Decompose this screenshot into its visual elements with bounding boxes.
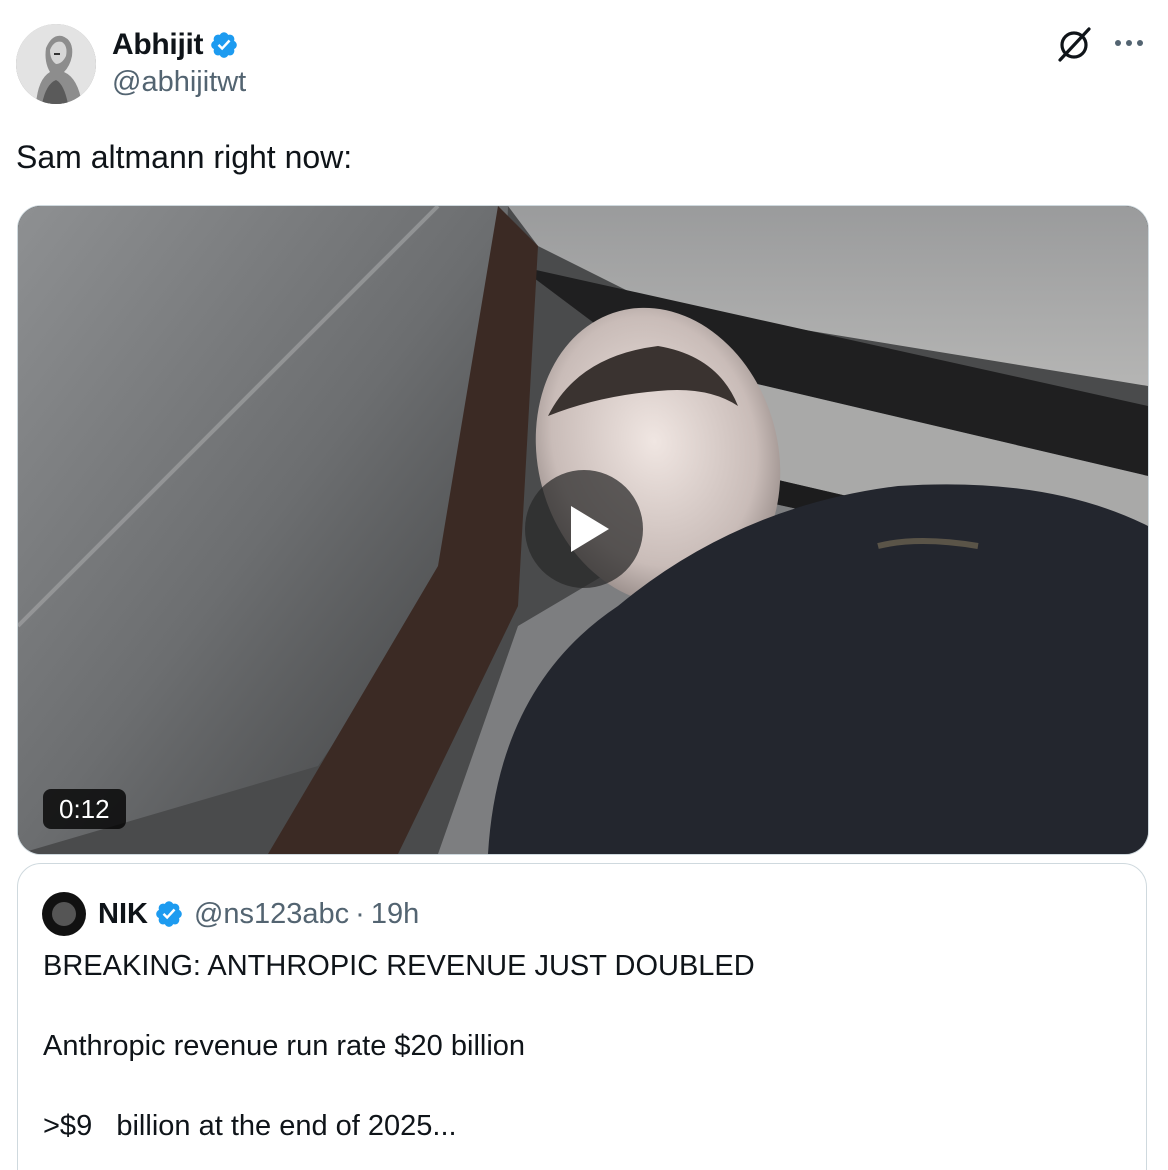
quoted-timestamp[interactable]: 19h <box>371 898 419 931</box>
author-handle[interactable]: @abhijitwt <box>112 66 246 99</box>
quoted-text-line: BREAKING: ANTHROPIC REVENUE JUST DOUBLED <box>43 950 755 982</box>
quoted-text-line: >$9 billion at the end of 2025... <box>43 1110 457 1142</box>
verified-badge-icon <box>211 32 238 58</box>
quoted-display-name: NIK <box>98 897 148 930</box>
author-name-row[interactable]: Abhijit <box>112 26 239 64</box>
more-dots-icon[interactable] <box>1112 26 1146 60</box>
video-duration: 0:12 <box>43 789 126 829</box>
verified-badge-icon <box>156 901 182 927</box>
author-display-name[interactable]: Abhijit <box>112 28 204 62</box>
video-player[interactable]: 0:12 <box>17 205 1149 855</box>
quoted-tweet-header: NIK @ns123abc · 19h <box>42 892 419 936</box>
quoted-separator: · <box>355 897 365 930</box>
tweet[interactable]: Abhijit @abhijitwt Sam altmann right now… <box>0 0 1168 1170</box>
quoted-author-avatar[interactable] <box>42 892 86 936</box>
quoted-tweet[interactable]: NIK @ns123abc · 19h BREAKING: ANTHROPIC … <box>17 863 1147 1170</box>
play-button[interactable] <box>525 470 643 588</box>
play-icon <box>571 506 609 552</box>
grok-icon[interactable] <box>1054 24 1094 64</box>
quoted-text-line: Anthropic revenue run rate $20 billion <box>43 1030 526 1062</box>
author-avatar[interactable] <box>16 24 96 104</box>
tweet-text: Sam altmann right now: <box>16 139 353 175</box>
quoted-handle: @ns123abc <box>193 897 350 930</box>
